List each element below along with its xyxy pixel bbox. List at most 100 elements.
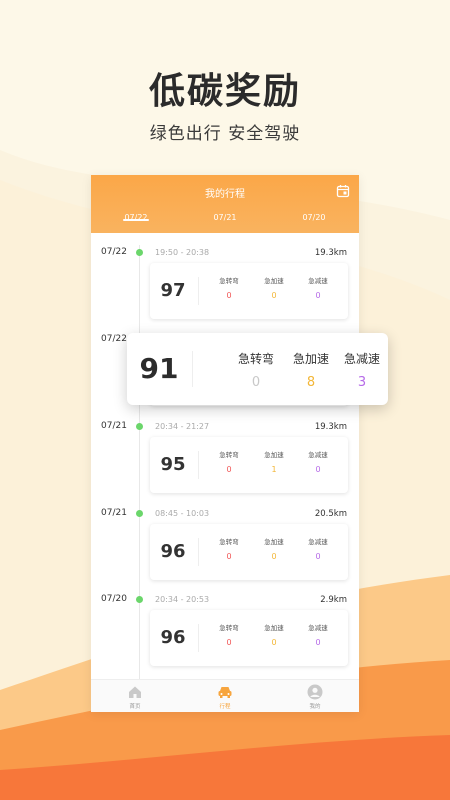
user-icon xyxy=(307,684,323,700)
metric-value: 0 xyxy=(271,291,277,300)
metric-accel: 急加速 1 xyxy=(254,449,294,474)
trip-date: 07/22 xyxy=(101,334,127,344)
date-tabs: 07/22 07/21 07/20 xyxy=(91,213,359,233)
trip-card[interactable]: 95 急转弯 0 急加速 1 急减速 0 xyxy=(150,437,348,493)
popup-metric-turn: 急转弯 0 xyxy=(230,350,282,390)
trip-distance: 19.3km xyxy=(314,422,347,432)
metric-label: 急加速 xyxy=(292,352,329,366)
trip-score: 97 xyxy=(160,280,186,301)
metric-value: 1 xyxy=(271,465,277,474)
trip-time: 08:45 - 10:03 xyxy=(155,509,210,518)
metric-accel: 急加速 0 xyxy=(254,275,294,300)
metric-label: 急转弯 xyxy=(237,352,274,366)
metric-turn: 急转弯 0 xyxy=(209,275,249,300)
metric-value: 0 xyxy=(315,638,321,647)
timeline-dot xyxy=(136,596,143,603)
highlight-trip-card[interactable]: 91 急转弯 0 急加速 8 急减速 3 xyxy=(127,333,388,405)
app-header: 我的行程 07/22 07/21 07/20 xyxy=(91,175,359,233)
metric-label: 急转弯 xyxy=(219,451,239,459)
timeline-dot xyxy=(136,423,143,430)
metric-label: 急转弯 xyxy=(219,277,239,285)
metric-accel: 急加速 0 xyxy=(254,622,294,647)
metric-label: 急转弯 xyxy=(219,624,239,632)
calendar-icon[interactable] xyxy=(336,184,350,198)
trip-card[interactable]: 96 急转弯 0 急加速 0 急减速 0 xyxy=(150,610,348,666)
metric-value: 0 xyxy=(315,291,321,300)
metric-decel: 急减速 0 xyxy=(298,622,338,647)
metric-value: 0 xyxy=(271,638,277,647)
trip-item[interactable]: 07/21 08:45 - 10:03 20.5km 96 急转弯 0 急加速 … xyxy=(91,508,359,594)
tab-date-3[interactable]: 07/20 xyxy=(289,213,339,222)
trip-item[interactable]: 07/21 20:34 - 21:27 19.3km 95 急转弯 0 急加速 … xyxy=(91,421,359,507)
metric-value: 8 xyxy=(306,375,316,390)
metric-label: 急减速 xyxy=(308,451,328,459)
nav-home[interactable]: 首页 xyxy=(110,684,160,710)
trip-score: 95 xyxy=(160,454,186,475)
popup-score: 91 xyxy=(139,352,179,385)
tab-date-2[interactable]: 07/21 xyxy=(200,213,250,222)
metric-value: 0 xyxy=(226,638,232,647)
nav-mine[interactable]: 我的 xyxy=(290,684,340,710)
nav-trips[interactable]: 行程 xyxy=(200,684,250,710)
hero-title: 低碳奖励 xyxy=(148,71,301,112)
metric-value: 0 xyxy=(271,552,277,561)
metric-label: 急转弯 xyxy=(219,538,239,546)
metric-value: 0 xyxy=(315,465,321,474)
timeline-dot xyxy=(136,510,143,517)
trip-card[interactable]: 97 急转弯 0 急加速 0 急减速 0 xyxy=(150,263,348,319)
trip-card[interactable]: 96 急转弯 0 急加速 0 急减速 0 xyxy=(150,524,348,580)
metric-value: 3 xyxy=(357,375,367,390)
trip-distance: 2.9km xyxy=(320,595,347,605)
metric-value: 0 xyxy=(226,552,232,561)
metric-turn: 急转弯 0 xyxy=(209,536,249,561)
trip-date: 07/21 xyxy=(101,508,127,518)
trip-distance: 19.3km xyxy=(314,248,347,258)
metric-label: 急加速 xyxy=(264,624,284,632)
nav-label-trips: 行程 xyxy=(219,704,231,710)
metric-turn: 急转弯 0 xyxy=(209,449,249,474)
metric-label: 急减速 xyxy=(343,352,380,366)
home-icon xyxy=(129,686,141,698)
metric-accel: 急加速 0 xyxy=(254,536,294,561)
metric-turn: 急转弯 0 xyxy=(209,622,249,647)
car-icon xyxy=(218,687,232,698)
trip-score: 96 xyxy=(160,627,186,648)
metric-label: 急加速 xyxy=(264,538,284,546)
trip-score: 96 xyxy=(160,541,186,562)
metric-label: 急减速 xyxy=(308,538,328,546)
trip-item[interactable]: 07/20 20:34 - 20:53 2.9km 96 急转弯 0 急加速 0… xyxy=(91,594,359,680)
trip-time: 19:50 - 20:38 xyxy=(155,248,210,257)
nav-label-mine: 我的 xyxy=(309,704,321,710)
divider xyxy=(198,624,199,652)
metric-label: 急减速 xyxy=(308,277,328,285)
metric-label: 急减速 xyxy=(308,624,328,632)
metric-decel: 急减速 0 xyxy=(298,536,338,561)
popup-metric-decel: 急减速 3 xyxy=(336,350,388,390)
divider xyxy=(198,451,199,479)
trip-date: 07/21 xyxy=(101,421,127,431)
trip-date: 07/20 xyxy=(101,594,127,604)
metric-decel: 急减速 0 xyxy=(298,449,338,474)
timeline-dot xyxy=(136,249,143,256)
metric-value: 0 xyxy=(226,291,232,300)
divider xyxy=(198,538,199,566)
trip-time: 20:34 - 21:27 xyxy=(155,422,210,431)
hero-subtitle: 绿色出行 安全驾驶 xyxy=(149,124,301,144)
metric-label: 急加速 xyxy=(264,451,284,459)
metric-value: 0 xyxy=(315,552,321,561)
metric-value: 0 xyxy=(251,375,261,390)
tab-date-1[interactable]: 07/22 xyxy=(111,213,161,222)
bottom-nav: 首页 行程 我的 xyxy=(91,679,359,712)
nav-label-home: 首页 xyxy=(129,704,141,710)
phone-screen: 我的行程 07/22 07/21 07/20 07/22 19:50 - 20:… xyxy=(91,175,359,712)
metric-label: 急加速 xyxy=(264,277,284,285)
metric-decel: 急减速 0 xyxy=(298,275,338,300)
divider xyxy=(198,277,199,305)
trip-distance: 20.5km xyxy=(314,509,347,519)
metric-value: 0 xyxy=(226,465,232,474)
trip-time: 20:34 - 20:53 xyxy=(155,595,210,604)
popup-metric-accel: 急加速 8 xyxy=(285,350,337,390)
trip-date: 07/22 xyxy=(101,247,127,257)
app-title: 我的行程 xyxy=(205,189,245,200)
trip-item[interactable]: 07/22 19:50 - 20:38 19.3km 97 急转弯 0 急加速 … xyxy=(91,247,359,333)
